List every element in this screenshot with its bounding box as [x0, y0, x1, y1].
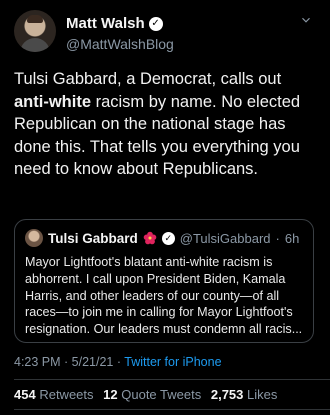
author-name-row[interactable]: Matt Walsh ✓: [66, 15, 163, 32]
quoted-separator: ·: [275, 230, 280, 246]
tweet-meta: 4:23 PM · 5/21/21 · Twitter for iPhone: [14, 355, 222, 369]
quoted-tweet-header: Tulsi Gabbard ✓ @TulsiGabbard · 6h: [25, 229, 299, 247]
tweet-source-link[interactable]: Twitter for iPhone: [124, 355, 221, 369]
tweet-timestamp[interactable]: 4:23 PM · 5/21/21 ·: [14, 355, 124, 369]
quoted-tweet-text: Mayor Lightfoot's blatant anti-white rac…: [25, 255, 303, 337]
avatar-shoulders: [20, 38, 50, 52]
divider: [14, 379, 330, 380]
author-name[interactable]: Matt Walsh: [66, 15, 145, 32]
more-options-icon[interactable]: [298, 12, 314, 28]
likes-label: Likes: [247, 387, 278, 402]
retweets-stat[interactable]: 454 Retweets: [14, 387, 94, 402]
retweets-count: 454: [14, 387, 36, 402]
retweets-label: Retweets: [39, 387, 94, 402]
quotes-label: Quote Tweets: [121, 387, 202, 402]
tweet-stats: 454 Retweets 12 Quote Tweets 2,753 Likes: [14, 387, 277, 402]
tweet-header: Matt Walsh ✓ @MattWalshBlog: [14, 10, 314, 58]
tweet-text: Tulsi Gabbard, a Democrat, calls out ant…: [14, 68, 319, 181]
quoted-author-handle: @TulsiGabbard: [179, 230, 271, 246]
hibiscus-icon: [143, 231, 157, 245]
quote-tweets-stat[interactable]: 12 Quote Tweets: [103, 387, 201, 402]
likes-count: 2,753: [210, 387, 244, 402]
quoted-author-name: Tulsi Gabbard: [48, 230, 138, 246]
divider: [14, 409, 330, 410]
quotes-count: 12: [103, 387, 118, 402]
quoted-tweet-card[interactable]: Tulsi Gabbard ✓ @TulsiGabbard · 6h Mayor…: [14, 219, 314, 343]
quoted-verified-badge-icon: ✓: [161, 231, 175, 245]
verified-badge-icon: ✓: [148, 16, 163, 31]
tweet-text-part-1: Tulsi Gabbard, a Democrat, calls out: [14, 70, 282, 88]
author-avatar[interactable]: [14, 10, 56, 52]
tweet-text-emphasis: anti-white: [14, 92, 91, 111]
quoted-author-avatar: [25, 229, 43, 247]
author-handle[interactable]: @MattWalshBlog: [66, 36, 174, 52]
likes-stat[interactable]: 2,753 Likes: [211, 387, 278, 402]
avatar-hair: [27, 15, 43, 23]
quoted-time: 6h: [284, 230, 300, 246]
